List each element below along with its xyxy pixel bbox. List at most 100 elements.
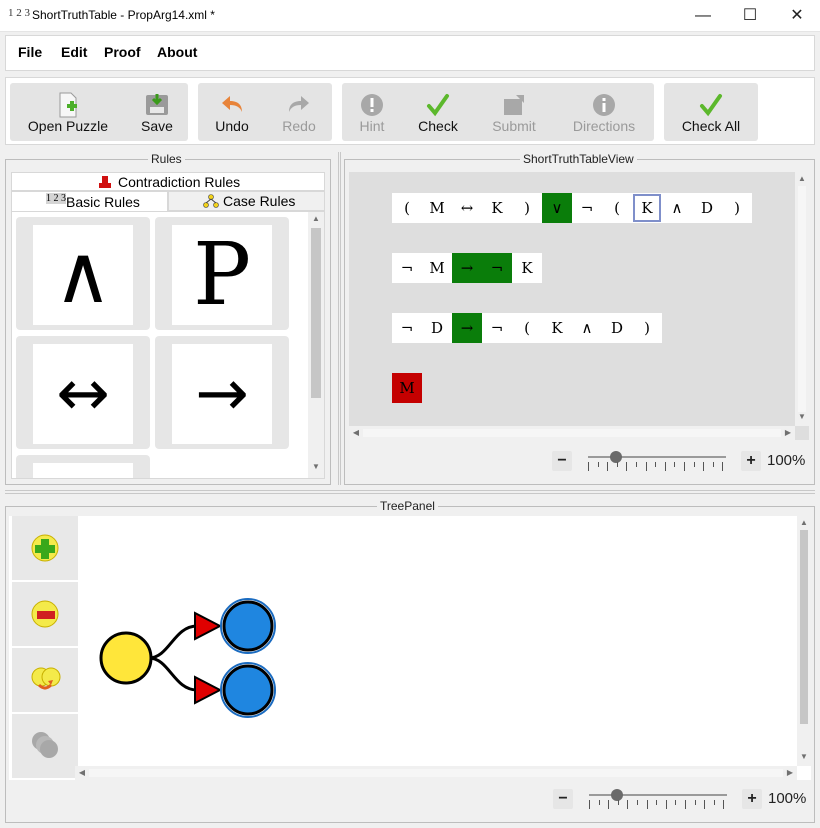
save-icon xyxy=(146,94,168,115)
redo-button[interactable]: Redo xyxy=(266,83,332,141)
rule-conditional-tile[interactable]: → xyxy=(155,336,289,449)
check-all-button[interactable]: Check All xyxy=(664,83,758,141)
basic-rules-icon: 1 2 3 xyxy=(46,193,66,204)
statement-cell[interactable]: ¬ xyxy=(392,253,422,283)
check-button[interactable]: Check xyxy=(402,83,474,141)
statement-cell[interactable]: ) xyxy=(632,313,662,343)
child-node-lower[interactable] xyxy=(222,664,274,716)
scroll-down-arrow[interactable]: ▼ xyxy=(308,462,324,471)
statement-cell[interactable]: ∧ xyxy=(662,193,692,223)
tree-vertical-scrollbar[interactable]: ▲ ▼ xyxy=(797,516,811,766)
statement-cell[interactable]: ( xyxy=(602,193,632,223)
child-node-upper[interactable] xyxy=(222,600,274,652)
add-node-button[interactable] xyxy=(12,516,78,580)
statement-cell[interactable]: ∧ xyxy=(572,313,602,343)
merge-nodes-button[interactable] xyxy=(12,648,78,712)
view-horizontal-thumb[interactable] xyxy=(363,429,781,437)
statement-cell[interactable]: D xyxy=(692,193,722,223)
menu-edit[interactable]: Edit xyxy=(61,44,87,60)
statement-cell[interactable]: K xyxy=(632,193,662,223)
statement-cell[interactable]: K xyxy=(482,193,512,223)
branch-arrow-lower-icon[interactable] xyxy=(194,675,223,705)
rule-and-tile[interactable]: ∧ xyxy=(16,217,150,330)
tree-zoom-out-button[interactable]: − xyxy=(553,789,573,809)
statement-cell[interactable]: ) xyxy=(512,193,542,223)
minimize-button[interactable]: — xyxy=(680,0,726,32)
branch-arrow-upper-icon[interactable] xyxy=(194,611,223,641)
view-zoom-slider[interactable] xyxy=(588,448,728,474)
vertical-splitter[interactable] xyxy=(336,152,342,485)
statement-cell[interactable]: ( xyxy=(512,313,542,343)
statement-cell[interactable]: ∨ xyxy=(542,193,572,223)
menu-proof[interactable]: Proof xyxy=(104,44,141,60)
statement-cell[interactable]: → xyxy=(452,313,482,343)
view-vertical-scrollbar[interactable]: ▲ ▼ xyxy=(795,172,809,426)
statement-cell[interactable]: M xyxy=(422,253,452,283)
root-node[interactable] xyxy=(99,631,153,685)
rule-tile-partial[interactable] xyxy=(16,455,150,478)
tree-zoom-slider[interactable] xyxy=(589,786,729,812)
statement-cell[interactable]: M xyxy=(392,373,422,403)
tab-contradiction-rules[interactable]: Contradiction Rules xyxy=(11,172,325,191)
statement-cell[interactable]: ( xyxy=(392,193,422,223)
rule-biconditional-tile[interactable]: ↔ xyxy=(16,336,150,449)
slider-tick xyxy=(598,800,600,805)
collapse-nodes-button[interactable] xyxy=(12,714,78,778)
scroll-up-arrow[interactable]: ▲ xyxy=(308,214,324,223)
tree-panel-title: TreePanel xyxy=(377,499,438,513)
tree-scroll-left-arrow[interactable]: ◀ xyxy=(77,768,87,777)
statement-cell[interactable]: D xyxy=(602,313,632,343)
statement-cell[interactable]: ¬ xyxy=(482,313,512,343)
tree-scroll-right-arrow[interactable]: ▶ xyxy=(785,768,795,777)
close-button[interactable]: ✕ xyxy=(774,0,820,32)
tree-horizontal-thumb[interactable] xyxy=(89,769,783,777)
statement-cell[interactable]: ¬ xyxy=(572,193,602,223)
view-scroll-left-arrow[interactable]: ◀ xyxy=(351,428,361,437)
menu-file[interactable]: File xyxy=(18,44,42,60)
directions-button[interactable]: Directions xyxy=(554,83,654,141)
slider-tick xyxy=(656,800,658,805)
statement-cell[interactable]: K xyxy=(512,253,542,283)
tree-horizontal-scrollbar[interactable]: ◀ ▶ xyxy=(75,766,797,780)
rules-list: ∧ P ↔ → ▲ ▼ xyxy=(11,211,325,479)
tree-scroll-down-arrow[interactable]: ▼ xyxy=(797,752,811,761)
tree-scroll-up-arrow[interactable]: ▲ xyxy=(797,518,811,527)
tree-zoom-in-button[interactable]: + xyxy=(742,789,762,809)
statement-cell[interactable]: ) xyxy=(722,193,752,223)
app-icon: 1 2 3 xyxy=(8,7,30,19)
view-horizontal-scrollbar[interactable]: ◀ ▶ xyxy=(349,426,795,440)
statement-cell[interactable]: → xyxy=(452,253,482,283)
tree-vertical-thumb[interactable] xyxy=(800,530,808,724)
submit-button[interactable]: Submit xyxy=(474,83,554,141)
case-tab-label: Case Rules xyxy=(223,193,296,209)
statement-cell[interactable]: ↔ xyxy=(452,193,482,223)
hint-button[interactable]: Hint xyxy=(342,83,402,141)
statement-cell[interactable]: M xyxy=(422,193,452,223)
view-vertical-thumb[interactable] xyxy=(798,186,806,412)
rules-scrollbar[interactable]: ▲ ▼ xyxy=(308,212,324,478)
maximize-button[interactable]: ☐ xyxy=(727,0,773,32)
slider-tick xyxy=(704,800,706,809)
menu-bar: File Edit Proof About xyxy=(5,35,815,71)
tab-basic-rules[interactable]: 1 2 3 Basic Rules xyxy=(11,191,168,211)
view-zoom-out-button[interactable]: − xyxy=(552,451,572,471)
tab-case-rules[interactable]: Case Rules xyxy=(168,191,325,211)
premise-symbol: P xyxy=(193,225,251,325)
view-scroll-right-arrow[interactable]: ▶ xyxy=(783,428,793,437)
horizontal-splitter[interactable] xyxy=(5,489,815,495)
rule-premise-tile[interactable]: P xyxy=(155,217,289,330)
statement-cell[interactable]: ¬ xyxy=(482,253,512,283)
view-zoom-in-button[interactable]: + xyxy=(741,451,761,471)
scroll-thumb[interactable] xyxy=(311,228,321,398)
statement-cell[interactable]: D xyxy=(422,313,452,343)
view-scroll-up-arrow[interactable]: ▲ xyxy=(795,174,809,183)
undo-button[interactable]: Undo xyxy=(198,83,266,141)
statement-cell[interactable]: K xyxy=(542,313,572,343)
menu-about[interactable]: About xyxy=(157,44,197,60)
open-puzzle-button[interactable]: Open Puzzle xyxy=(10,83,126,141)
save-button[interactable]: Save xyxy=(126,83,188,141)
statement-cell[interactable]: ¬ xyxy=(392,313,422,343)
view-scroll-down-arrow[interactable]: ▼ xyxy=(795,412,809,421)
collapse-nodes-icon xyxy=(32,732,58,758)
remove-node-button[interactable] xyxy=(12,582,78,646)
